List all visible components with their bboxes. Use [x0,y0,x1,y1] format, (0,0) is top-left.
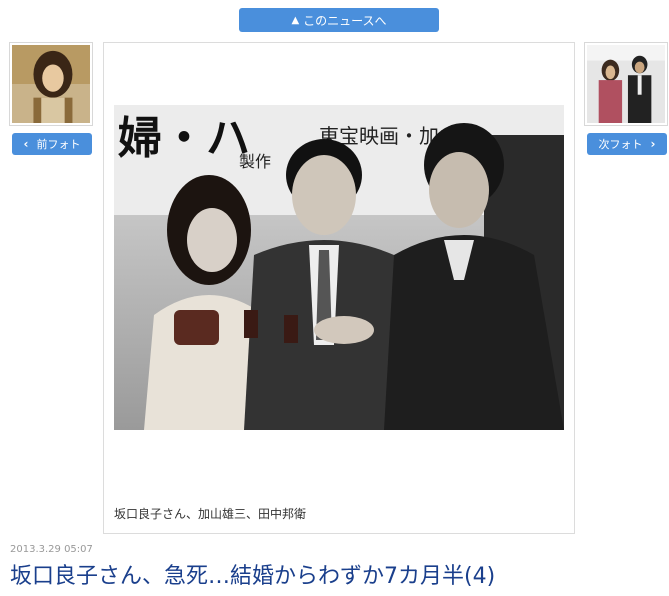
back-to-news-button[interactable]: ▲ このニュースへ [239,8,439,32]
photo-frame: 婦・ハ 東宝映画・加山 製作 坂口良子さん、加山雄三、田中邦衛 [103,42,575,534]
prev-photo-button[interactable]: ‹ 前フォト [12,133,92,155]
main-photo: 婦・ハ 東宝映画・加山 製作 [114,105,564,430]
prev-thumbnail-image [12,45,90,123]
sign-text-2: 製作 [239,152,271,171]
main-photo-image: 婦・ハ 東宝映画・加山 製作 [114,105,564,430]
chevron-right-icon: › [650,137,656,151]
next-photo-button[interactable]: 次フォト › [587,133,667,155]
article-title[interactable]: 坂口良子さん、急死…結婚からわずか7カ月半(4) [10,558,495,590]
back-to-news-label: このニュースへ [303,13,387,28]
chevron-left-icon: ‹ [23,137,29,151]
next-photo-thumbnail[interactable] [584,42,668,126]
next-thumbnail-image [587,45,665,123]
prev-photo-thumbnail[interactable] [9,42,93,126]
photo-caption: 坂口良子さん、加山雄三、田中邦衛 [114,507,307,521]
chevron-up-icon: ▲ [291,14,300,26]
next-photo-label: 次フォト [598,138,643,151]
svg-text:婦・ハ: 婦・ハ [118,113,250,164]
prev-photo-label: 前フォト [36,138,81,151]
article-timestamp: 2013.3.29 05:07 [10,544,93,555]
